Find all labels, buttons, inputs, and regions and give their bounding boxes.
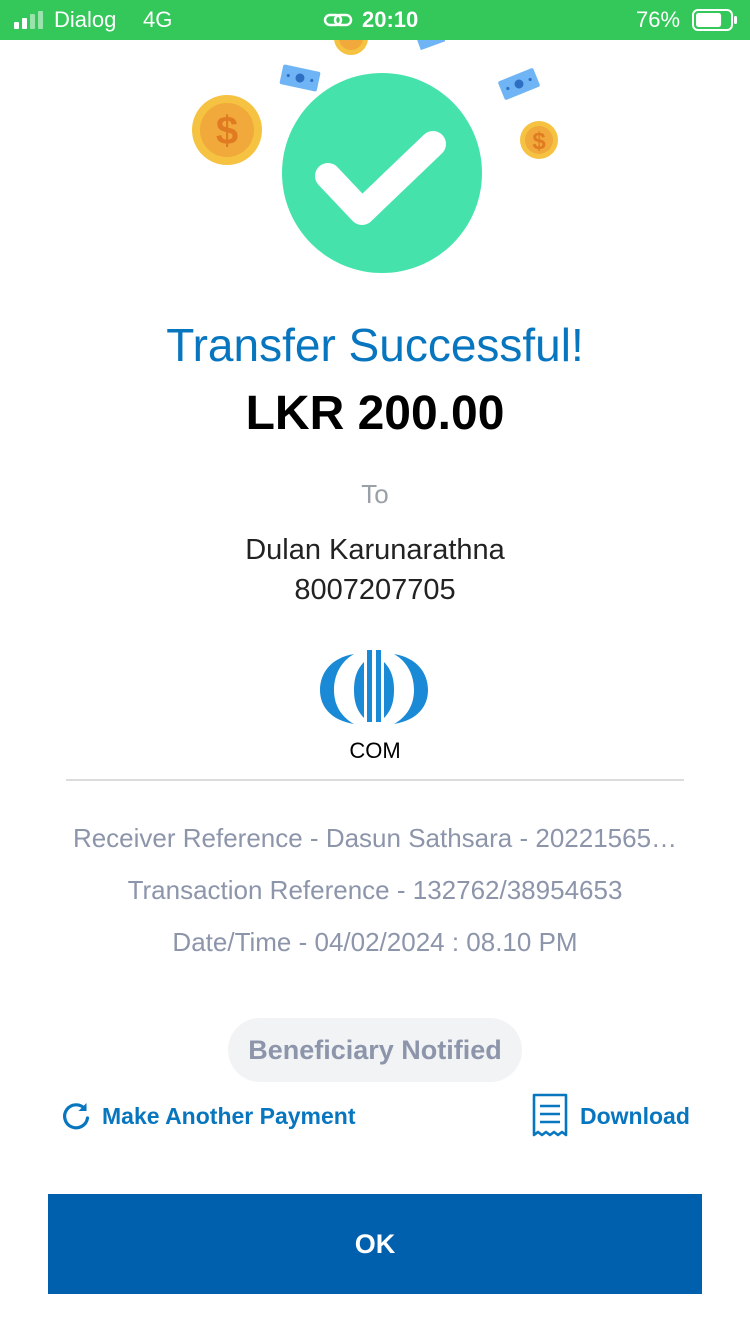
- checkmark-icon: [282, 73, 482, 273]
- dollar-coin-icon: $: [520, 121, 558, 159]
- carrier-name: Dialog: [54, 7, 117, 32]
- status-bar: Dialog 4G 20:10 76%: [0, 0, 750, 40]
- transfer-amount: LKR 200.00: [245, 387, 505, 440]
- battery-icon: [692, 9, 737, 31]
- make-another-payment-button[interactable]: Make Another Payment: [60, 1094, 356, 1138]
- bank-code: COM: [349, 738, 401, 763]
- status-time: 20:10: [362, 7, 419, 32]
- commercial-bank-logo-icon: [320, 650, 428, 724]
- divider: [66, 779, 684, 781]
- dollar-coin-icon: $: [192, 95, 262, 165]
- to-label: To: [361, 479, 389, 509]
- transaction-reference: Transaction Reference - 132762/38954653: [127, 875, 623, 905]
- refresh-icon: [63, 1103, 90, 1130]
- link-icon: [323, 13, 353, 27]
- recipient-name: Dulan Karunarathna: [245, 534, 505, 566]
- svg-text:$: $: [532, 128, 546, 155]
- receipt-icon: [532, 1093, 568, 1137]
- download-label: Download: [580, 1102, 690, 1129]
- banknote-icon: [279, 64, 321, 92]
- receiver-reference: Receiver Reference - Dasun Sathsara - 20…: [72, 823, 678, 853]
- beneficiary-notified-badge: Beneficiary Notified: [228, 1018, 522, 1082]
- transaction-date-time: Date/Time - 04/02/2024 : 08.10 PM: [172, 927, 578, 957]
- battery-percentage: 76%: [636, 7, 681, 32]
- network-type: 4G: [143, 7, 173, 32]
- recipient-account-number: 8007207705: [294, 574, 456, 606]
- success-illustration: $ $: [0, 40, 750, 290]
- ok-button[interactable]: OK: [48, 1194, 702, 1294]
- banknote-icon: [416, 40, 446, 51]
- page-title: Transfer Successful!: [166, 319, 584, 371]
- make-another-payment-label: Make Another Payment: [102, 1102, 356, 1129]
- svg-text:$: $: [216, 109, 238, 153]
- signal-strength-icon: [14, 11, 43, 29]
- coin-icon: [334, 40, 368, 55]
- download-button[interactable]: Download: [530, 1093, 690, 1138]
- banknote-icon: [498, 68, 540, 100]
